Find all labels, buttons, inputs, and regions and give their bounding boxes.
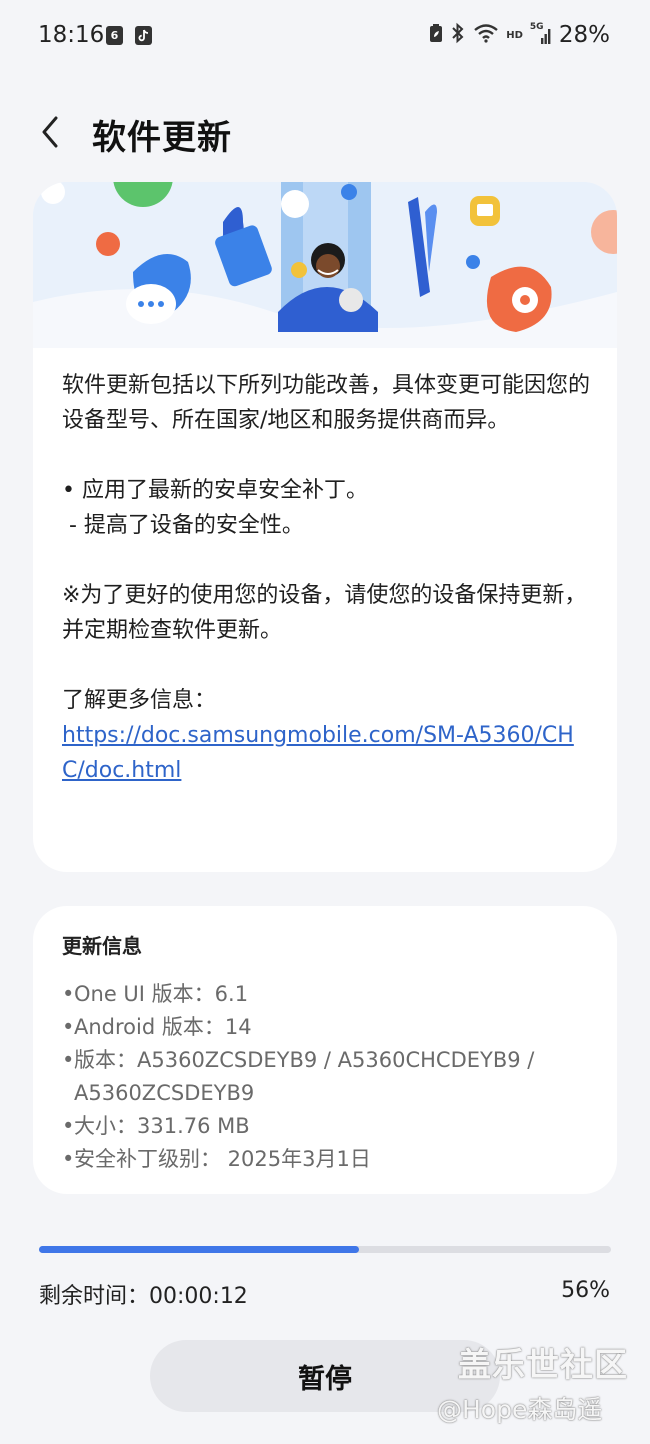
more-info-link[interactable]: https://doc.samsungmobile.com/SM-A5360/C… — [62, 723, 574, 783]
back-button[interactable] — [30, 110, 74, 154]
tiktok-icon — [135, 26, 152, 45]
calendar-6-icon: 6 — [106, 26, 123, 45]
info-one-ui-version: One UI 版本：6.1 — [74, 982, 249, 1006]
info-security-patch: 安全补丁级别： 2025年3月1日 — [74, 1147, 371, 1171]
info-size: 大小：331.76 MB — [74, 1114, 250, 1138]
download-progress-bar — [39, 1246, 611, 1253]
release-notes-card: 软件更新包括以下所列功能改善，具体变更可能因您的设备型号、所在国家/地区和服务提… — [33, 182, 617, 872]
hd-icon: HD — [506, 29, 523, 41]
wifi-icon — [473, 23, 499, 47]
notes-intro: 软件更新包括以下所列功能改善，具体变更可能因您的设备型号、所在国家/地区和服务提… — [62, 373, 591, 433]
status-right-icons: HD 5G 28% — [429, 20, 610, 50]
update-illustration — [33, 182, 617, 348]
page-title: 软件更新 — [92, 118, 232, 158]
5g-signal-icon: 5G — [530, 22, 552, 46]
info-item-android: • Android 版本：14 — [62, 1011, 602, 1044]
notes-item-1: • 应用了最新的安卓安全补丁。 — [62, 478, 368, 503]
update-info-list: • One UI 版本：6.1 • Android 版本：14 • 版本：A5360Z… — [62, 978, 602, 1176]
update-info-title: 更新信息 — [62, 934, 142, 958]
update-info-card: 更新信息 • One UI 版本：6.1 • Android 版本：14 • 版本：A… — [33, 906, 617, 1194]
download-progress-fill — [39, 1246, 360, 1253]
chevron-left-icon — [42, 116, 58, 148]
info-item-one-ui: • One UI 版本：6.1 — [62, 978, 602, 1011]
watermark-title: 盖乐世社区 — [458, 1345, 628, 1384]
notes-item-1-sub: - 提高了设备的安全性。 — [62, 513, 304, 538]
info-build-version: 版本：A5360ZCSDEYB9 / A5360CHCDEYB9 / A5360… — [74, 1048, 535, 1105]
battery-saver-icon — [429, 23, 443, 47]
more-info-label: 了解更多信息： — [62, 688, 217, 713]
info-android-version: Android 版本：14 — [74, 1015, 252, 1039]
status-bar: 18:16 6 HD 5G 28% — [0, 0, 650, 72]
remaining-time: 剩余时间：00:00:12 — [39, 1284, 248, 1309]
info-item-build: • 版本：A5360ZCSDEYB9 / A5360CHCDEYB9 / A536… — [62, 1044, 602, 1110]
info-item-size: • 大小：331.76 MB — [62, 1110, 602, 1143]
battery-percent: 28% — [558, 22, 610, 48]
bluetooth-icon — [450, 22, 466, 48]
release-notes-text: 软件更新包括以下所列功能改善，具体变更可能因您的设备型号、所在国家/地区和服务提… — [62, 368, 592, 788]
status-time: 18:16 — [38, 22, 105, 48]
watermark-author: @Hope森岛遥 — [437, 1395, 603, 1424]
info-item-security-patch: • 安全补丁级别： 2025年3月1日 — [62, 1143, 602, 1176]
notes-note: ※为了更好的使用您的设备，请使您的设备保持更新，并定期检查软件更新。 — [62, 583, 587, 643]
progress-percent: 56% — [561, 1278, 610, 1303]
